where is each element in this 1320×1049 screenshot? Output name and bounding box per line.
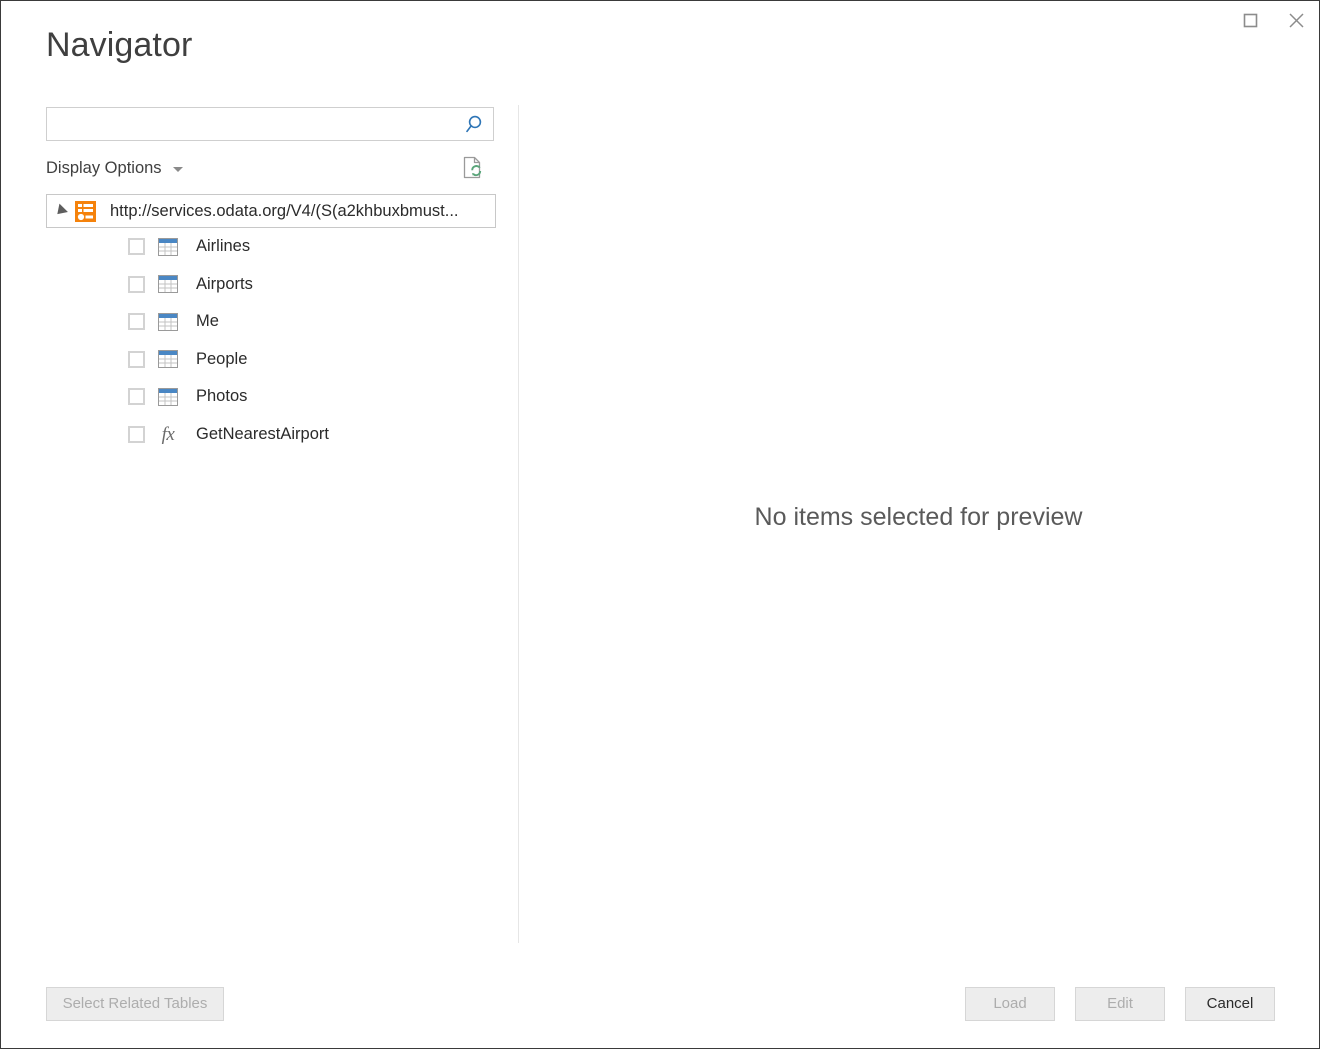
odata-feed-icon xyxy=(75,201,96,222)
tree-item-getnearestairport[interactable]: fx GetNearestAirport xyxy=(46,416,496,454)
navigation-tree: http://services.odata.org/V4/(S(a2khbuxb… xyxy=(46,194,496,453)
search-button[interactable] xyxy=(455,108,493,140)
page-title: Navigator xyxy=(46,28,192,62)
tree-item-people[interactable]: People xyxy=(46,341,496,379)
close-button[interactable] xyxy=(1273,1,1319,39)
cancel-button[interactable]: Cancel xyxy=(1185,987,1275,1021)
tree-item-label: GetNearestAirport xyxy=(196,425,329,444)
search-input[interactable] xyxy=(47,108,455,140)
dialog-footer: Select Related Tables Load Edit Cancel xyxy=(1,942,1319,1048)
table-icon xyxy=(157,349,179,369)
left-pane: Display Options xyxy=(46,107,496,453)
preview-pane: No items selected for preview xyxy=(519,105,1318,943)
preview-empty-message: No items selected for preview xyxy=(519,503,1318,532)
display-options-label: Display Options xyxy=(46,159,162,178)
title-bar xyxy=(1,1,1319,41)
checkbox-photos[interactable] xyxy=(128,388,145,405)
edit-button[interactable]: Edit xyxy=(1075,987,1165,1021)
tree-root-item[interactable]: http://services.odata.org/V4/(S(a2khbuxb… xyxy=(46,194,496,228)
tree-expander-button[interactable] xyxy=(55,205,73,217)
select-related-tables-button[interactable]: Select Related Tables xyxy=(46,987,224,1021)
tree-item-label: Photos xyxy=(196,387,247,406)
checkbox-airports[interactable] xyxy=(128,276,145,293)
table-icon xyxy=(157,312,179,332)
tree-item-label: Airports xyxy=(196,275,253,294)
tree-item-airports[interactable]: Airports xyxy=(46,266,496,304)
tree-item-label: Airlines xyxy=(196,237,250,256)
window-controls xyxy=(1227,1,1319,41)
tree-item-photos[interactable]: Photos xyxy=(46,378,496,416)
options-row: Display Options xyxy=(46,152,494,184)
display-options-dropdown[interactable]: Display Options xyxy=(46,159,183,178)
function-icon-glyph: fx xyxy=(162,425,175,444)
tree-item-label: People xyxy=(196,350,247,369)
refresh-button[interactable] xyxy=(458,153,488,183)
chevron-down-icon xyxy=(173,167,183,172)
table-icon xyxy=(157,274,179,294)
checkbox-airlines[interactable] xyxy=(128,238,145,255)
tree-item-airlines[interactable]: Airlines xyxy=(46,228,496,266)
checkbox-people[interactable] xyxy=(128,351,145,368)
checkbox-getnearestairport[interactable] xyxy=(128,426,145,443)
close-icon xyxy=(1287,11,1306,30)
search-icon xyxy=(464,114,485,135)
navigator-dialog: Navigator Display Options xyxy=(0,0,1320,1049)
table-icon xyxy=(157,387,179,407)
refresh-page-icon xyxy=(462,156,484,180)
table-icon xyxy=(157,237,179,257)
tree-item-me[interactable]: Me xyxy=(46,303,496,341)
maximize-button[interactable] xyxy=(1227,1,1273,39)
triangle-expanded-icon xyxy=(53,204,68,219)
maximize-icon xyxy=(1242,12,1259,29)
tree-root-label: http://services.odata.org/V4/(S(a2khbuxb… xyxy=(110,202,459,221)
load-button[interactable]: Load xyxy=(965,987,1055,1021)
checkbox-me[interactable] xyxy=(128,313,145,330)
function-icon: fx xyxy=(157,424,179,444)
tree-item-label: Me xyxy=(196,312,219,331)
search-box[interactable] xyxy=(46,107,494,141)
